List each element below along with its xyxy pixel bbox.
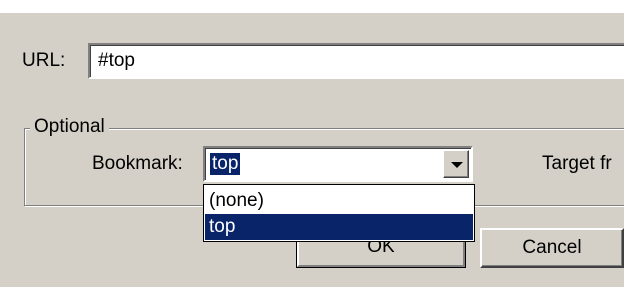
url-label: URL:	[22, 50, 66, 71]
bookmark-dropdown-list[interactable]: (none) top	[203, 184, 475, 242]
bookmark-combobox[interactable]: top	[203, 146, 473, 182]
cancel-button-label: Cancel	[522, 237, 582, 258]
bookmark-label: Bookmark:	[92, 153, 183, 174]
cancel-button[interactable]: Cancel	[480, 228, 624, 268]
bookmark-selected-value: top	[210, 153, 241, 175]
optional-group-title: Optional	[30, 116, 109, 138]
url-input[interactable]: #top	[88, 43, 624, 79]
cropped-top-text	[0, 0, 624, 13]
dropdown-option-none[interactable]: (none)	[205, 188, 473, 214]
combo-dropdown-button[interactable]	[443, 150, 469, 178]
url-value: #top	[98, 50, 135, 71]
dropdown-option-top[interactable]: top	[205, 214, 473, 240]
target-frame-label: Target fr	[542, 153, 612, 174]
chevron-down-icon	[451, 162, 463, 168]
